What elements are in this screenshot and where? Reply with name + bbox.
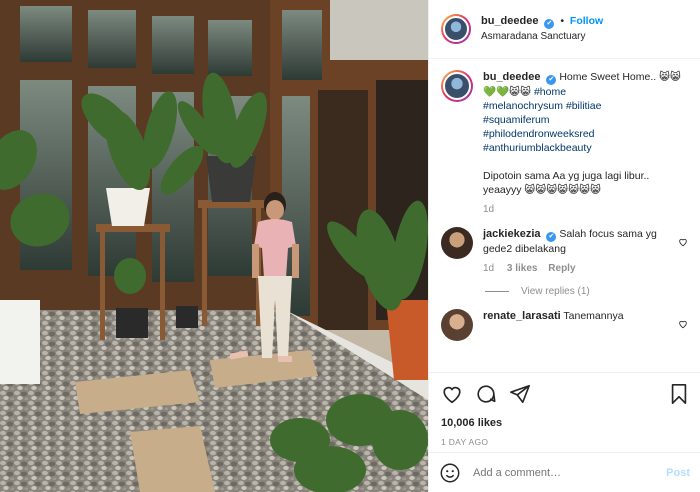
comment-item: jackiekezia ✔ Salah focus sama yg gede2 … xyxy=(441,227,688,276)
comment-age[interactable]: 1d xyxy=(483,263,494,274)
post-timestamp[interactable]: 1 DAY AGO xyxy=(441,437,690,447)
emoji-smiley-icon[interactable] xyxy=(439,462,461,484)
comment-text: Tanemannya xyxy=(563,310,624,322)
house-plants-photo xyxy=(0,0,428,492)
comment-item: renate_larasati Tanemannya xyxy=(441,309,688,341)
share-paper-plane-icon[interactable] xyxy=(509,383,531,405)
view-replies-button[interactable]: View replies (1) xyxy=(485,286,688,297)
commenter-avatar[interactable] xyxy=(441,309,473,341)
post-actions: 10,006 likes 1 DAY AGO xyxy=(429,372,700,447)
comment-bubble-icon[interactable] xyxy=(475,383,497,405)
caption-author-avatar[interactable] xyxy=(441,70,473,102)
post-sidebar: bu_deedee ✔ • Follow Asmaradana Sanctuar… xyxy=(428,0,700,492)
caption-text-tail: Dipotoin sama Aa yg juga lagi libur.. ye… xyxy=(483,170,650,196)
caption: bu_deedee ✔ Home Sweet Home.. 😸😸💚💚😸😸 #ho… xyxy=(441,70,688,217)
commenter-avatar[interactable] xyxy=(441,227,473,259)
verified-badge-icon: ✔ xyxy=(546,75,557,85)
likes-count[interactable]: 10,006 likes xyxy=(441,417,690,429)
verified-badge-icon: ✔ xyxy=(544,19,555,29)
comment-username[interactable]: renate_larasati xyxy=(483,310,561,322)
hashtag-link[interactable]: #squamiferum xyxy=(483,114,550,126)
hashtag-link[interactable]: #philodendronweeksred xyxy=(483,128,595,140)
comment-like-heart-icon[interactable] xyxy=(678,319,688,329)
add-comment-bar: Post xyxy=(429,452,700,492)
like-heart-icon[interactable] xyxy=(441,383,463,405)
author-username[interactable]: bu_deedee xyxy=(481,15,538,27)
save-bookmark-icon[interactable] xyxy=(668,383,690,405)
hashtag-link[interactable]: #anthuriumblackbeauty xyxy=(483,142,592,154)
instagram-post: bu_deedee ✔ • Follow Asmaradana Sanctuar… xyxy=(0,0,700,492)
hashtag-link[interactable]: #melanochrysum xyxy=(483,100,563,112)
comments-section[interactable]: bu_deedee ✔ Home Sweet Home.. 😸😸💚💚😸😸 #ho… xyxy=(429,60,700,372)
comment-input[interactable] xyxy=(473,466,667,479)
hashtag-link[interactable]: #bilitiae xyxy=(566,100,602,112)
verified-badge-icon: ✔ xyxy=(546,232,557,242)
author-avatar[interactable] xyxy=(441,14,471,44)
comment-like-heart-icon[interactable] xyxy=(678,237,688,247)
post-photo[interactable] xyxy=(0,0,428,492)
separator-dot: • xyxy=(560,15,564,27)
post-comment-button[interactable]: Post xyxy=(666,467,690,479)
caption-age[interactable]: 1d xyxy=(483,203,688,217)
hashtag-link[interactable]: #home xyxy=(534,86,566,98)
post-header: bu_deedee ✔ • Follow Asmaradana Sanctuar… xyxy=(429,0,700,59)
caption-username[interactable]: bu_deedee xyxy=(483,71,540,83)
follow-button[interactable]: Follow xyxy=(570,15,603,27)
comment-likes[interactable]: 3 likes xyxy=(507,263,538,274)
reply-button[interactable]: Reply xyxy=(548,263,575,274)
location-link[interactable]: Asmaradana Sanctuary xyxy=(481,29,603,44)
comment-username[interactable]: jackiekezia xyxy=(483,228,541,240)
